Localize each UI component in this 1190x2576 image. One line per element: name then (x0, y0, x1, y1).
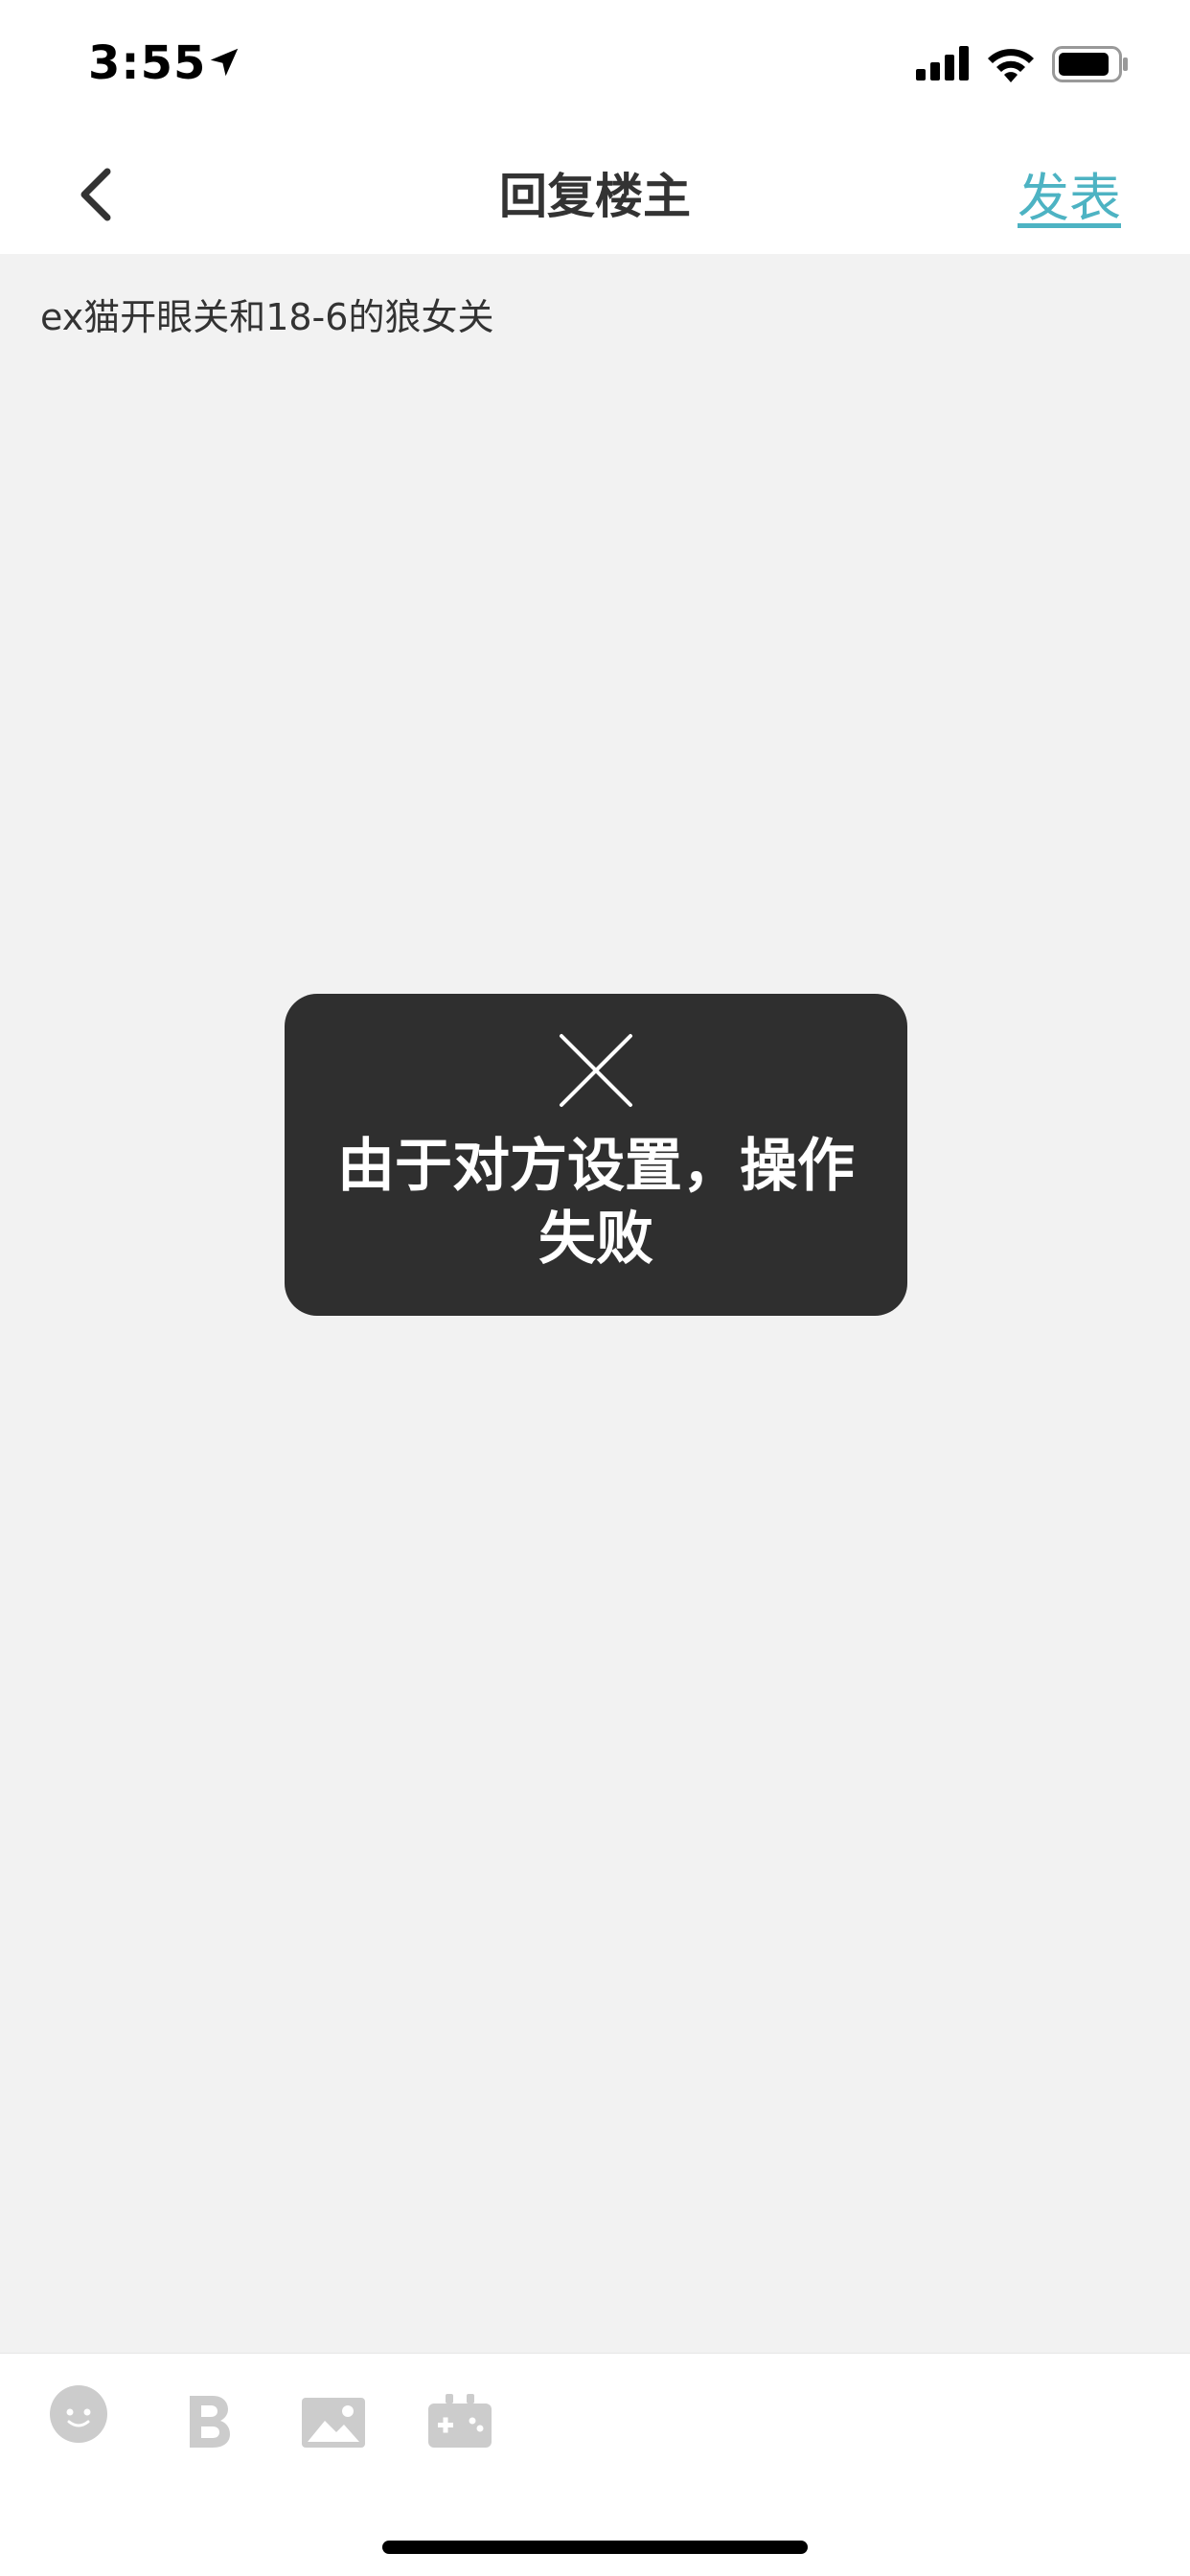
page-title: 回复楼主 (499, 169, 691, 224)
battery-icon (1052, 46, 1128, 82)
home-indicator[interactable] (382, 2541, 808, 2554)
reply-text: ex猫开眼关和18-6的狼女关 (40, 296, 494, 338)
emoji-icon[interactable] (48, 2383, 109, 2445)
status-time: 3:55 (88, 36, 207, 90)
nav-bar: 回复楼主 发表 (0, 129, 1190, 254)
cellular-signal-icon (916, 46, 969, 80)
close-icon (560, 1034, 632, 1107)
game-icon[interactable] (426, 2388, 493, 2455)
bold-icon[interactable] (174, 2388, 241, 2455)
editor-toolbar (0, 2353, 1190, 2576)
reply-screen: 3:55 回复楼主 发表 ex猫开眼关和18-6的狼女关 由于对方设置，操作失败 (0, 0, 1190, 2576)
back-button[interactable] (57, 156, 134, 233)
location-arrow-icon (210, 48, 239, 77)
publish-button[interactable]: 发表 (1018, 155, 1121, 231)
status-bar: 3:55 (0, 0, 1190, 129)
wifi-icon (988, 49, 1034, 82)
toast-message: 由于对方设置，操作失败 (337, 1133, 855, 1273)
chevron-left-icon (80, 168, 111, 221)
error-toast: 由于对方设置，操作失败 (285, 994, 907, 1316)
image-icon[interactable] (300, 2388, 367, 2455)
